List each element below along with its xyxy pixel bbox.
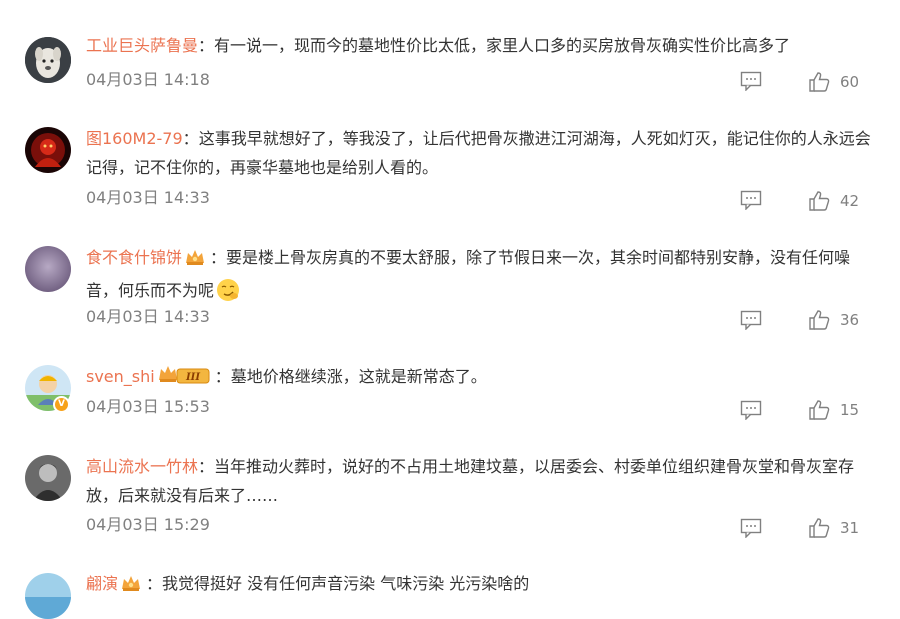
comment-text: 食不食什锦饼 ：要是楼上骨灰房真的不要太舒服，除了节假日来一次，其余时间都特别安静… [86, 243, 876, 311]
like-button[interactable]: 31 [808, 517, 859, 539]
comment-icon [740, 71, 762, 92]
username-link[interactable]: sven_shi [86, 367, 155, 386]
red-figure-avatar [25, 127, 71, 173]
comment-body: 这事我早就想好了，等我没了，让后代把骨灰撒进江河湖海，人死如灯灭，能记住你的人永… [86, 129, 871, 177]
comment-icon [740, 310, 762, 331]
comment-time: 04月03日 15:29 [86, 515, 210, 534]
username-link[interactable]: 高山流水一竹林 [86, 457, 198, 476]
like-count: 36 [840, 311, 860, 329]
separator: ： [210, 248, 227, 267]
like-count: 42 [840, 192, 860, 210]
comment-text: 高山流水一竹林：当年推动火葬时，说好的不占用土地建坟墓，以居委会、村委单位组织建… [86, 452, 876, 510]
username-link[interactable]: 食不食什锦饼 [86, 248, 182, 267]
like-button[interactable]: 36 [808, 309, 859, 331]
comment-body: 墓地价格继续涨，这就是新常态了。 [230, 367, 487, 386]
thumbs-up-icon [809, 310, 830, 330]
white-dog-avatar [25, 37, 71, 83]
avatar[interactable] [25, 573, 71, 619]
purple-blur-avatar [25, 246, 71, 292]
like-count: 60 [840, 73, 860, 91]
reply-button[interactable] [740, 71, 762, 92]
comment-text: sven_shi III ：墓地价格继续涨，这就是新常态了。 [86, 362, 876, 395]
reply-button[interactable] [740, 190, 762, 211]
reply-button[interactable] [740, 310, 762, 331]
separator: ： [198, 457, 215, 476]
separator: ： [146, 574, 163, 593]
comment-icon [740, 518, 762, 539]
comment-body: 有一说一，现而今的墓地性价比太低，家里人口多的买房放骨灰确实性价比高多了 [214, 36, 791, 55]
separator: ： [198, 36, 215, 55]
separator: ： [182, 129, 199, 148]
comment-text: 翩演 ：我觉得挺好 没有任何声音污染 气味污染 光污染啥的 [86, 569, 876, 602]
comment-icon [740, 400, 762, 421]
like-button[interactable]: 60 [808, 71, 859, 93]
avatar[interactable] [25, 127, 71, 173]
crown-level-badge-icon[interactable]: III [157, 364, 211, 395]
avatar[interactable] [25, 37, 71, 83]
level-badge-text: III [185, 372, 200, 383]
crown-badge-icon[interactable] [120, 573, 142, 602]
crown-badge-icon[interactable] [184, 247, 206, 276]
avatar[interactable] [25, 246, 71, 292]
like-count: 31 [840, 519, 860, 537]
reply-button[interactable] [740, 518, 762, 539]
comment-body: 我觉得挺好 没有任何声音污染 气味污染 光污染啥的 [162, 574, 530, 593]
thumbs-up-icon [809, 400, 830, 420]
blue-sky-avatar [25, 573, 71, 619]
reply-button[interactable] [740, 400, 762, 421]
comment-time: 04月03日 14:18 [86, 70, 210, 89]
comment-time: 04月03日 14:33 [86, 307, 210, 326]
comment-time: 04月03日 15:53 [86, 397, 210, 416]
separator: ： [214, 367, 231, 386]
like-button[interactable]: 15 [808, 399, 859, 421]
bw-portrait-avatar [25, 455, 71, 501]
avatar[interactable] [25, 455, 71, 501]
comment-text: 图160M2-79：这事我早就想好了，等我没了，让后代把骨灰撒进江河湖海，人死如… [86, 124, 876, 182]
comment-icon [740, 190, 762, 211]
like-button[interactable]: 42 [808, 190, 859, 212]
username-link[interactable]: 翩演 [86, 574, 118, 593]
comment-time: 04月03日 14:33 [86, 188, 210, 207]
comment-text: 工业巨头萨鲁曼：有一说一，现而今的墓地性价比太低，家里人口多的买房放骨灰确实性价… [86, 31, 876, 60]
thumbs-up-icon [809, 72, 830, 92]
verified-v-icon: V [53, 396, 70, 413]
like-count: 15 [840, 401, 860, 419]
username-link[interactable]: 工业巨头萨鲁曼 [86, 36, 198, 55]
thumbs-up-icon [809, 518, 830, 538]
thumbs-up-icon [809, 191, 830, 211]
username-link[interactable]: 图160M2-79 [86, 129, 183, 148]
smirk-emoji-icon [216, 278, 240, 311]
